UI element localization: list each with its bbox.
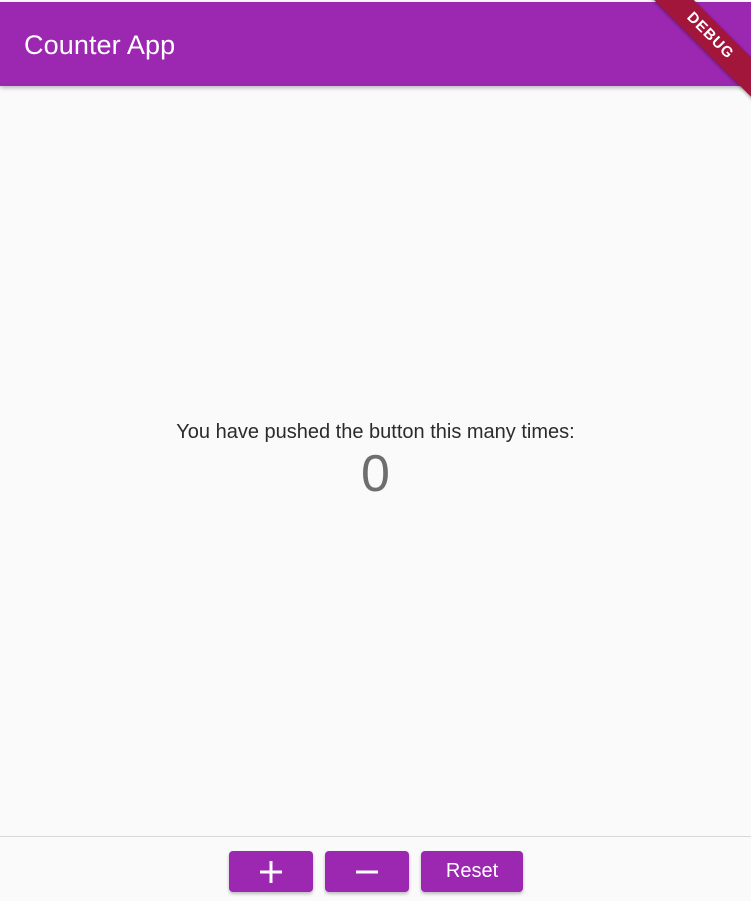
app-window: Counter App DEBUG You have pushed the bu…: [0, 0, 751, 901]
reset-button-label: Reset: [445, 860, 499, 882]
reset-button[interactable]: Reset: [421, 851, 523, 892]
counter-value: 0: [361, 445, 390, 503]
app-bar: Counter App: [0, 2, 751, 86]
counter-prompt: You have pushed the button this many tim…: [176, 421, 575, 443]
decrement-button[interactable]: [325, 851, 409, 892]
plus-icon: [260, 860, 282, 883]
counter-body: You have pushed the button this many tim…: [0, 86, 751, 836]
app-title: Counter App: [24, 30, 176, 60]
increment-button[interactable]: [229, 851, 313, 892]
minus-icon: [356, 861, 378, 883]
bottom-button-bar: Reset: [0, 836, 751, 901]
